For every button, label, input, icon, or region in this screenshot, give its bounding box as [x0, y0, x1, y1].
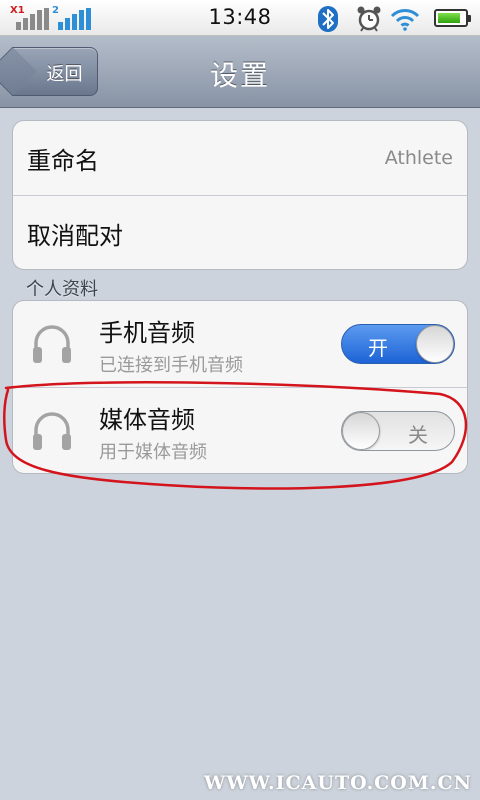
profiles-section-header: 个人资料 [26, 279, 98, 300]
battery-icon [434, 9, 471, 27]
rename-label: 重命名 [27, 147, 99, 175]
nav-bar: 返回 设置 [0, 36, 480, 108]
switch-knob [416, 325, 454, 363]
profile-subtitle: 用于媒体音频 [99, 442, 207, 463]
profile-name: 手机音频 [99, 319, 195, 347]
status-bar: X1 2 13:48 [0, 0, 480, 36]
profile-subtitle: 已连接到手机音频 [99, 355, 243, 376]
rename-cell[interactable]: 重命名 Athlete [13, 121, 467, 195]
media-audio-switch[interactable]: 关 [341, 411, 455, 451]
phone-audio-switch[interactable]: 开 [341, 324, 455, 364]
profile-name: 媒体音频 [99, 406, 195, 434]
switch-knob [342, 412, 380, 450]
headphone-icon [29, 408, 75, 454]
device-settings-group: 重命名 Athlete 取消配对 [12, 120, 468, 270]
headphone-icon [29, 321, 75, 367]
alarm-icon [355, 5, 383, 33]
media-audio-cell[interactable]: 媒体音频 用于媒体音频 关 [13, 387, 467, 473]
watermark-text: WWW.ICAUTO.COM.CN [204, 772, 472, 794]
page-title: 设置 [209, 59, 270, 92]
device-name-value: Athlete [384, 147, 453, 169]
unpair-cell[interactable]: 取消配对 [13, 195, 467, 269]
unpair-label: 取消配对 [27, 222, 123, 250]
switch-label: 开 [368, 336, 388, 360]
bluetooth-icon [318, 6, 338, 32]
wifi-icon [390, 7, 420, 31]
switch-label: 关 [408, 423, 428, 447]
phone-audio-cell[interactable]: 手机音频 已连接到手机音频 开 [13, 301, 467, 387]
profiles-group: 手机音频 已连接到手机音频 开 媒体音频 用于媒体音频 关 [12, 300, 468, 474]
